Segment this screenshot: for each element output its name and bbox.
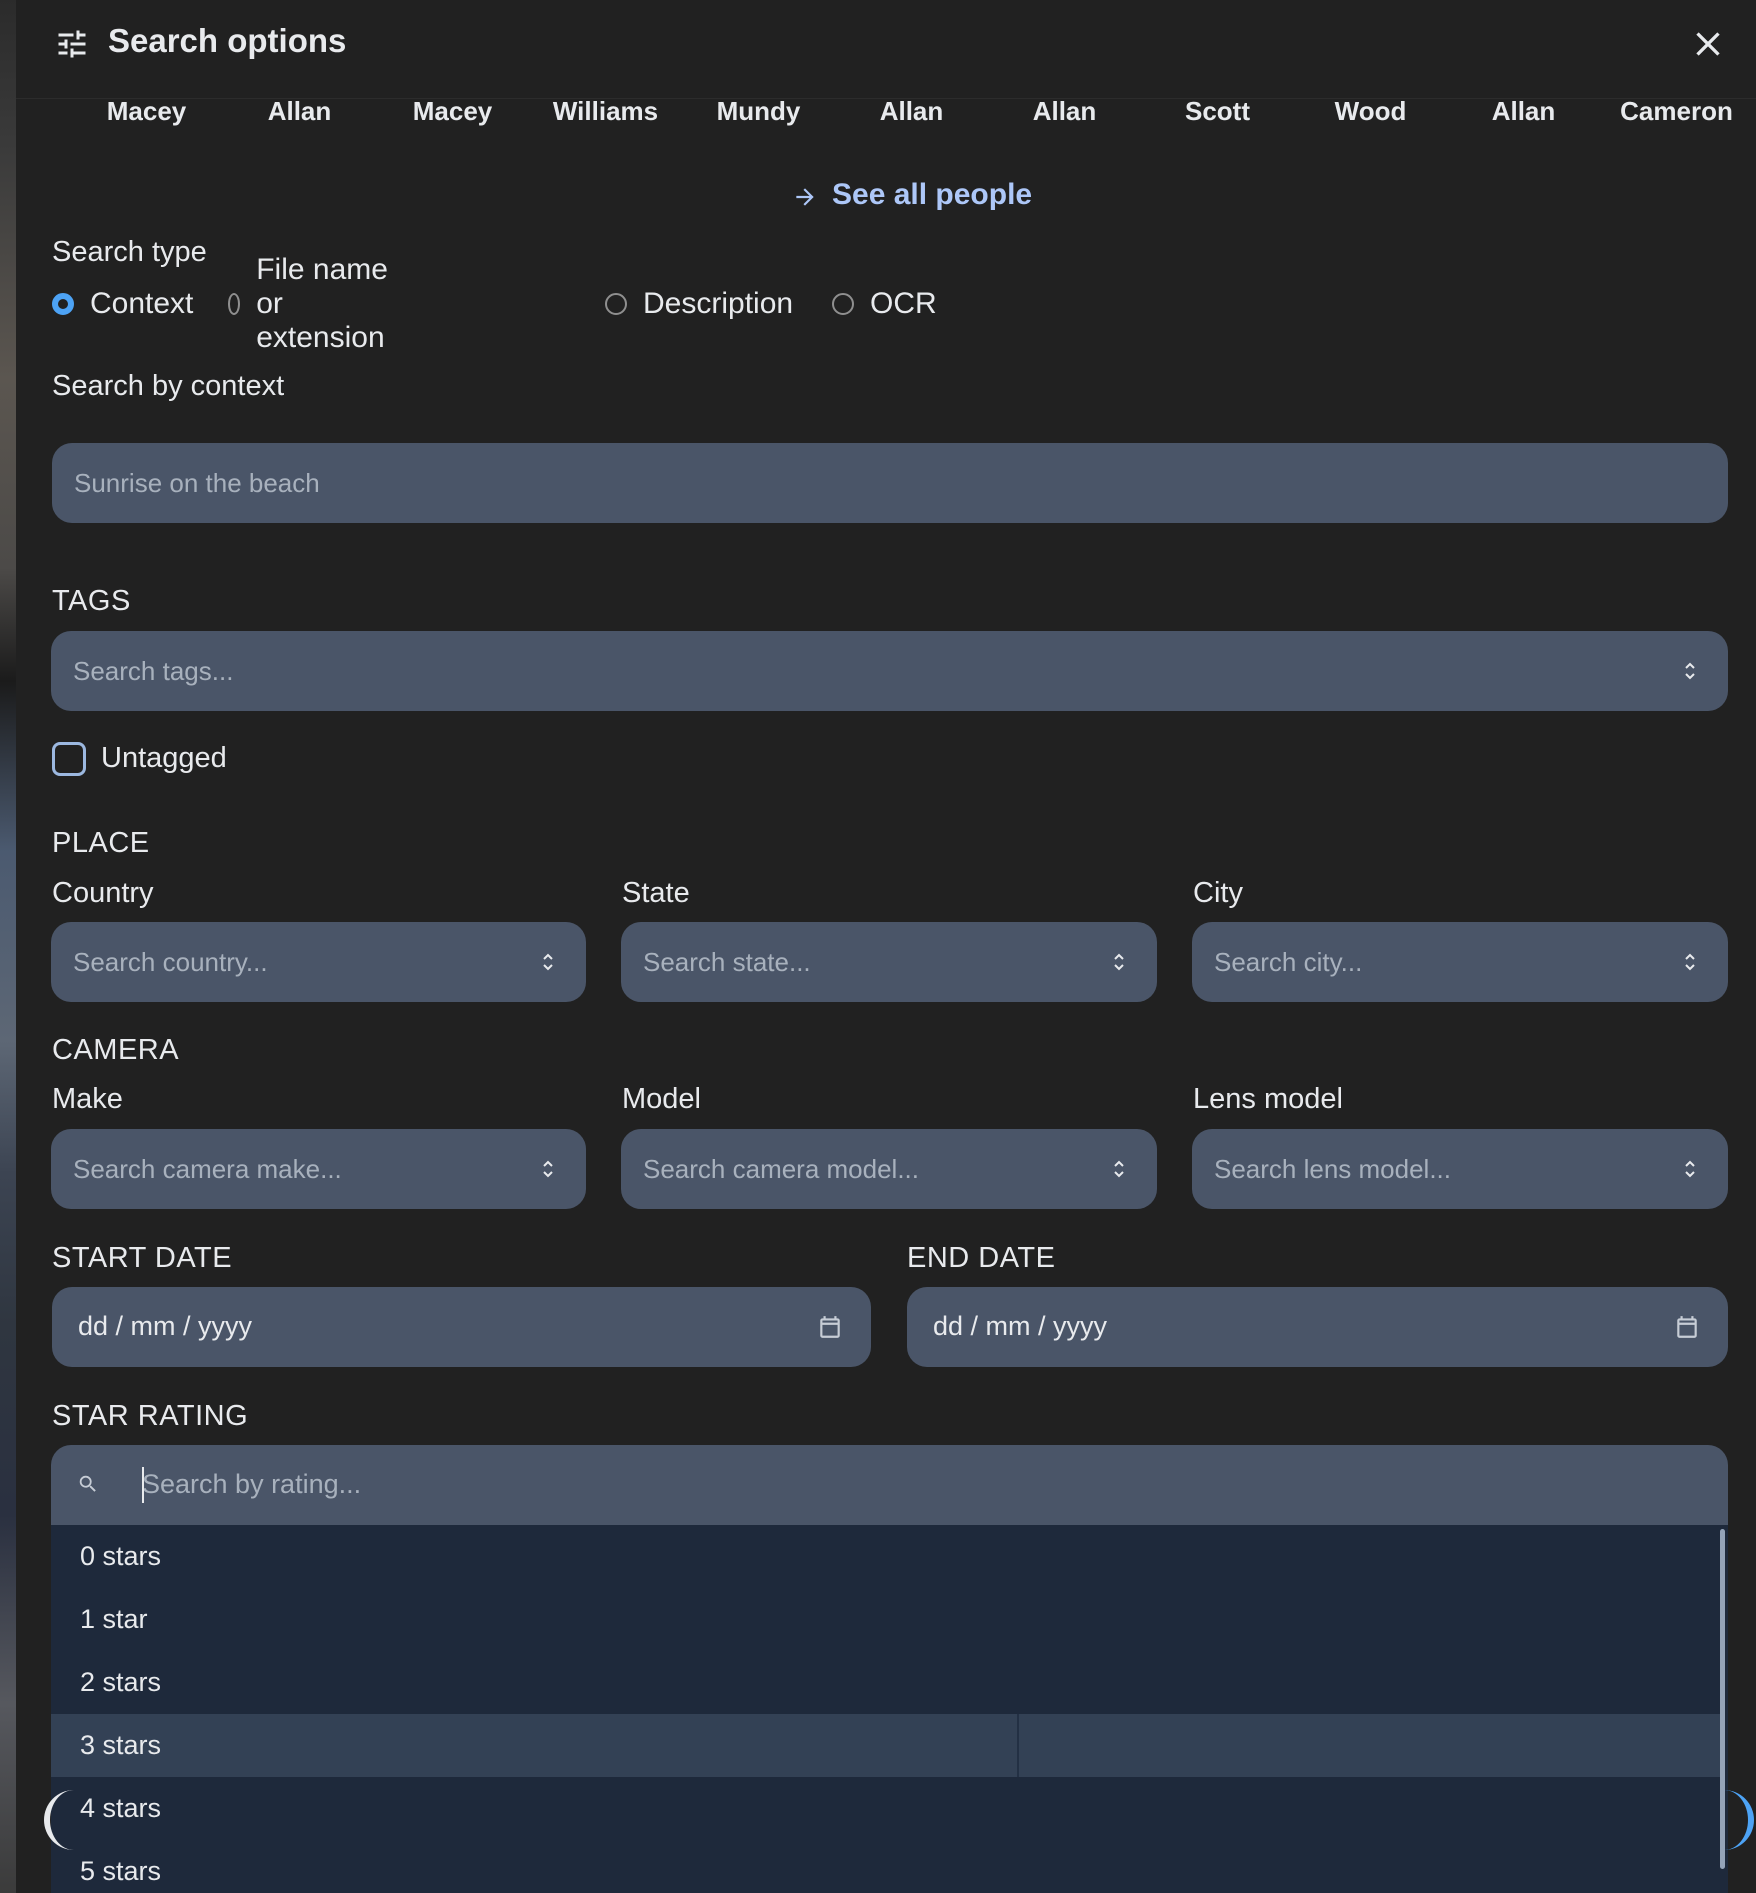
context-search-field[interactable] [52,443,1728,523]
make-label: Make [52,1083,123,1115]
search-by-context-label: Search by context [52,370,285,402]
star-rating-placeholder: Search by rating... [142,1469,362,1499]
unfold-icon [1685,953,1695,971]
person-name[interactable]: Mundy [682,96,835,127]
camera-section-label: CAMERA [52,1034,180,1066]
city-combobox[interactable] [1192,922,1728,1002]
modal-header: Search options [16,0,1756,99]
country-label: Country [52,877,154,909]
tags-search-input[interactable] [51,631,1728,711]
unfold-icon [543,1160,553,1178]
background-photos [0,0,16,1893]
rating-option-label: 2 stars [80,1667,162,1697]
rating-option[interactable]: 5 stars [51,1840,1721,1893]
city-label: City [1193,877,1243,909]
arrow-right-icon [796,188,814,206]
unfold-icon [1685,662,1695,680]
see-all-people-label: See all people [832,178,1033,211]
tags-section-label: TAGS [52,585,131,617]
person-name[interactable]: Allan [988,96,1141,127]
country-combobox[interactable] [51,922,586,1002]
search-icon [79,1475,96,1492]
person-name[interactable]: Allan [1447,96,1600,127]
radio-label: Context [90,287,194,320]
radio-label: Description [643,287,794,320]
person-name[interactable]: Allan [835,96,988,127]
lens-model-combobox[interactable] [1192,1129,1728,1209]
calendar-icon[interactable] [1674,1313,1700,1341]
start-date-input[interactable]: dd / mm / yyyy [52,1287,871,1367]
unfold-icon [1114,1160,1124,1178]
radio-unchecked-icon [228,293,241,315]
person-name[interactable]: Wood [1294,96,1447,127]
tune-icon [58,30,86,58]
person-name[interactable]: Macey [376,96,529,127]
tags-combobox[interactable] [51,631,1728,711]
person-name[interactable]: Cameron [1600,96,1753,127]
person-name[interactable]: Allan [223,96,376,127]
divider [1017,1714,1019,1777]
star-rating-search[interactable]: Search by rating... [51,1445,1728,1525]
rating-option-label: 1 star [80,1604,148,1634]
person-name[interactable]: Scott [1141,96,1294,127]
people-row: Macey Allan Macey Williams Mundy Allan A… [70,92,1740,132]
person-name[interactable]: Williams [529,96,682,127]
text-cursor [142,1467,144,1503]
lens-model-label: Lens model [1193,1083,1343,1115]
lens-model-input[interactable] [1192,1129,1728,1209]
camera-make-combobox[interactable] [51,1129,586,1209]
radio-filename[interactable]: File name or extension [228,253,394,354]
untagged-checkbox[interactable] [52,742,86,776]
radio-ocr[interactable]: OCR [832,284,937,324]
end-date-label: END DATE [907,1242,1056,1274]
start-date-value: dd / mm / yyyy [78,1311,253,1341]
rating-option-label: 3 stars [80,1730,162,1760]
star-rating-label: STAR RATING [52,1400,249,1432]
radio-checked-icon [52,293,74,315]
see-all-people-link[interactable]: See all people [776,178,1032,212]
context-search-input[interactable] [52,443,1728,523]
rating-option[interactable]: 1 star [51,1588,1721,1651]
rating-option-label: 5 stars [80,1856,162,1886]
rating-option[interactable]: 4 stars [51,1777,1721,1840]
close-icon[interactable] [1688,24,1728,64]
person-name[interactable]: Macey [70,96,223,127]
end-date-value: dd / mm / yyyy [933,1311,1108,1341]
unfold-icon [1114,953,1124,971]
star-rating-dropdown: 0 stars 1 star 2 stars 3 stars 4 stars 5… [51,1525,1728,1893]
radio-label: File name or extension [256,253,388,354]
state-label: State [622,877,690,909]
unfold-icon [543,953,553,971]
search-options-modal: Search options Macey Allan Macey William… [16,0,1756,1893]
start-date-label: START DATE [52,1242,233,1274]
country-search-input[interactable] [51,922,586,1002]
radio-description[interactable]: Description [605,284,793,324]
city-search-input[interactable] [1192,922,1728,1002]
unfold-icon [1685,1160,1695,1178]
rating-option[interactable]: 2 stars [51,1651,1721,1714]
camera-make-input[interactable] [51,1129,586,1209]
place-section-label: PLACE [52,827,150,859]
end-date-input[interactable]: dd / mm / yyyy [907,1287,1728,1367]
camera-model-combobox[interactable] [621,1129,1157,1209]
model-label: Model [622,1083,701,1115]
radio-context[interactable]: Context [52,284,193,324]
rating-option-label: 0 stars [80,1541,162,1571]
state-combobox[interactable] [621,922,1157,1002]
untagged-label: Untagged [101,742,227,774]
radio-unchecked-icon [605,293,627,315]
rating-option-label: 4 stars [80,1793,162,1823]
camera-model-input[interactable] [621,1129,1157,1209]
modal-title: Search options [108,22,347,59]
rating-option[interactable]: 0 stars [51,1525,1721,1588]
radio-unchecked-icon [832,293,854,315]
radio-label: OCR [870,287,937,320]
calendar-icon[interactable] [817,1313,843,1341]
state-search-input[interactable] [621,922,1157,1002]
rating-option-highlighted[interactable]: 3 stars [51,1714,1721,1777]
search-type-label: Search type [52,236,207,268]
